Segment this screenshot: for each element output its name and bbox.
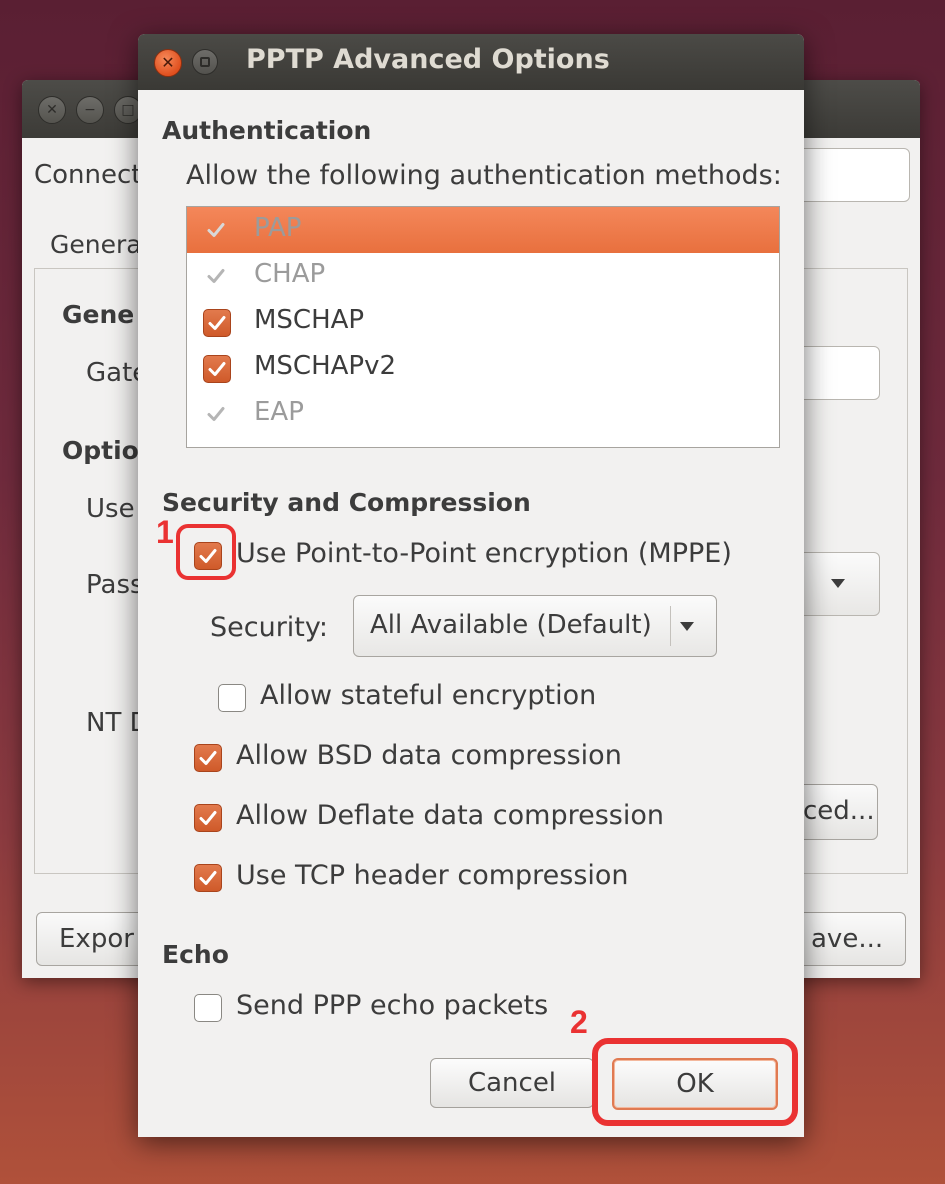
bsd-compression-checkbox[interactable] (194, 744, 222, 772)
tcp-header-compression-label[interactable]: Use TCP header compression (236, 860, 629, 891)
pptp-advanced-options-dialog: ✕ PPTP Advanced Options Authentication A… (138, 34, 804, 1137)
dialog-titlebar: ✕ PPTP Advanced Options (138, 34, 804, 90)
stateful-encryption-label[interactable]: Allow stateful encryption (260, 680, 596, 711)
minimize-icon[interactable]: − (76, 96, 104, 124)
annotation-step-2-highlight (592, 1038, 798, 1126)
security-selected-value: All Available (Default) (370, 610, 652, 640)
tab-general[interactable]: Genera (50, 230, 142, 259)
password-options-dropdown[interactable] (792, 552, 880, 616)
deflate-compression-label[interactable]: Allow Deflate data compression (236, 800, 664, 831)
dialog-title: PPTP Advanced Options (246, 44, 610, 75)
security-label: Security: (210, 612, 329, 643)
chevron-down-icon (831, 579, 845, 588)
security-compression-heading: Security and Compression (162, 488, 531, 517)
chevron-down-icon (680, 622, 694, 631)
save-button[interactable]: ave... (792, 912, 906, 966)
security-dropdown[interactable]: All Available (Default) (353, 595, 717, 657)
stateful-encryption-checkbox[interactable] (218, 684, 246, 712)
gateway-field[interactable] (792, 346, 880, 400)
cancel-button[interactable]: Cancel (430, 1058, 594, 1108)
authentication-methods-list[interactable]: PAP CHAP MSCHAP MSCHAPv2 EAP (186, 206, 780, 448)
authentication-heading: Authentication (162, 116, 372, 145)
user-name-label: Use (86, 494, 135, 524)
bsd-compression-label[interactable]: Allow BSD data compression (236, 740, 622, 771)
auth-method-label: MSCHAP (254, 305, 365, 335)
checkbox-pap[interactable] (203, 217, 231, 245)
deflate-compression-checkbox[interactable] (194, 804, 222, 832)
authentication-instruction: Allow the following authentication metho… (186, 160, 782, 191)
auth-method-pap[interactable]: PAP (187, 207, 779, 253)
auth-method-label: PAP (254, 213, 302, 243)
auth-method-label: MSCHAPv2 (254, 351, 397, 381)
tcp-header-compression-checkbox[interactable] (194, 864, 222, 892)
close-icon[interactable]: ✕ (154, 49, 182, 77)
auth-method-mschapv2[interactable]: MSCHAPv2 (187, 345, 779, 391)
ppp-echo-label[interactable]: Send PPP echo packets (236, 990, 548, 1021)
annotation-step-2-number: 2 (570, 1004, 588, 1040)
ppp-echo-checkbox[interactable] (194, 994, 222, 1022)
auth-method-label: CHAP (254, 259, 326, 289)
maximize-icon[interactable] (192, 49, 218, 75)
checkbox-mschapv2[interactable] (203, 355, 231, 383)
annotation-step-1-number: 1 (156, 514, 174, 550)
section-general-heading: Gene (62, 300, 135, 329)
checkbox-chap[interactable] (203, 263, 231, 291)
close-icon[interactable]: ✕ (38, 96, 66, 124)
section-optional-heading: Optio (62, 436, 139, 465)
auth-method-chap[interactable]: CHAP (187, 253, 779, 299)
auth-method-label: EAP (254, 397, 304, 427)
echo-heading: Echo (162, 940, 229, 969)
auth-method-eap[interactable]: EAP (187, 391, 779, 437)
connection-name-label: Connect (34, 160, 142, 190)
dropdown-separator (670, 606, 671, 646)
annotation-step-1-highlight (176, 524, 236, 580)
advanced-button[interactable]: ced... (792, 784, 878, 840)
password-label: Pass (86, 570, 144, 600)
auth-method-mschap[interactable]: MSCHAP (187, 299, 779, 345)
checkbox-eap[interactable] (203, 401, 231, 429)
mppe-label[interactable]: Use Point-to-Point encryption (MPPE) (236, 538, 732, 569)
checkbox-mschap[interactable] (203, 309, 231, 337)
connection-name-field[interactable] (792, 148, 910, 202)
